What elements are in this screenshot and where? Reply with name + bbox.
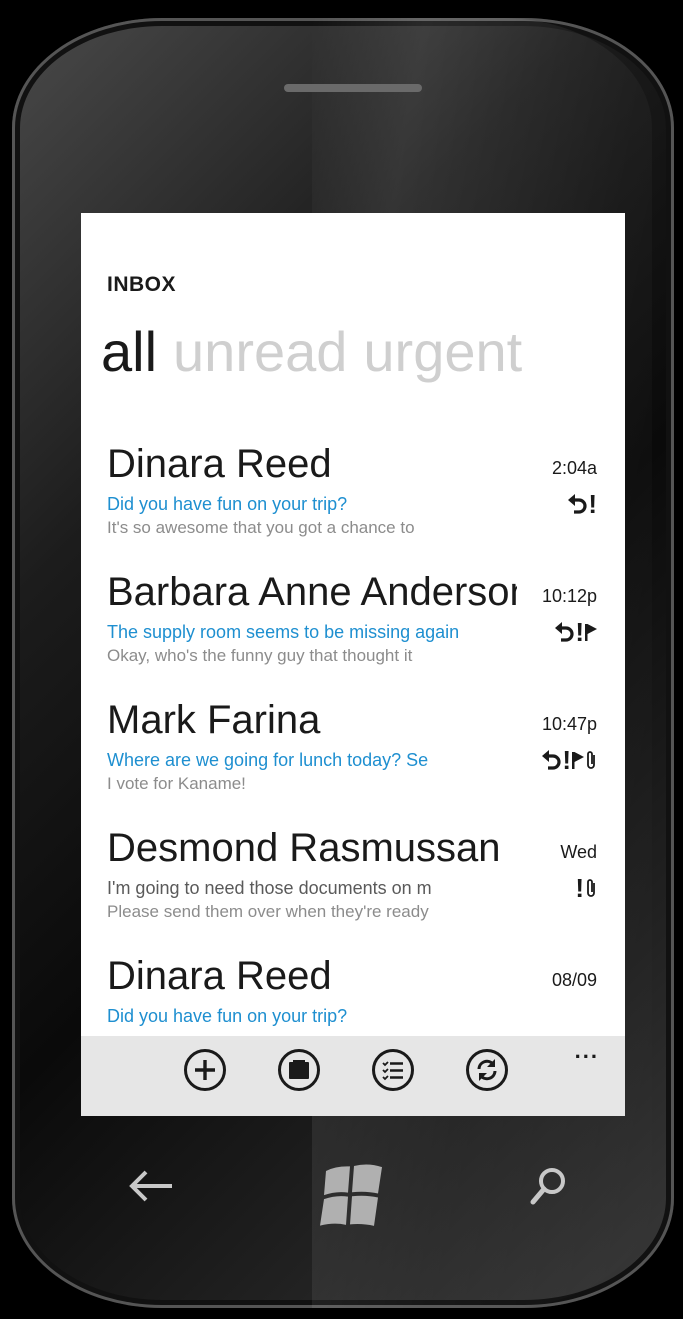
flag-icon bbox=[585, 622, 597, 642]
folders-icon bbox=[278, 1049, 320, 1091]
page-title: INBOX bbox=[107, 273, 177, 296]
message-subject: The supply room seems to be missing agai… bbox=[107, 622, 460, 642]
flag-icon bbox=[572, 750, 584, 770]
more-options-button[interactable]: ... bbox=[575, 1038, 599, 1064]
message-preview: Please send them over when they're ready bbox=[107, 902, 429, 921]
message-item[interactable]: Dinara Reed Did you have fun on your tri… bbox=[107, 441, 617, 563]
message-status-icons: ! bbox=[575, 873, 597, 903]
select-button[interactable] bbox=[371, 1048, 415, 1092]
message-item[interactable]: Mark Farina Where are we going for lunch… bbox=[107, 697, 617, 819]
message-sender: Desmond Rasmussan bbox=[107, 826, 501, 870]
sync-button[interactable] bbox=[465, 1048, 509, 1092]
message-item[interactable]: Desmond Rasmussan I'm going to need thos… bbox=[107, 825, 617, 947]
message-time: 2:04a bbox=[551, 458, 597, 478]
search-button[interactable] bbox=[528, 1165, 568, 1213]
message-preview: Okay, who's the funny guy that thought i… bbox=[107, 646, 413, 665]
attachment-icon bbox=[585, 749, 597, 771]
message-time: 08/09 bbox=[551, 970, 597, 990]
message-time: Wed bbox=[560, 842, 597, 862]
search-icon bbox=[530, 1168, 565, 1205]
message-preview: It's so awesome that you got a chance to bbox=[107, 518, 415, 537]
message-time: 10:12p bbox=[541, 586, 597, 606]
windows-start-icon bbox=[320, 1164, 382, 1226]
message-sender: Barbara Anne Anderson bbox=[107, 570, 517, 614]
select-icon bbox=[372, 1049, 414, 1091]
folders-button[interactable] bbox=[277, 1048, 321, 1092]
application-bar: ... bbox=[81, 1036, 625, 1116]
reply-icon bbox=[567, 493, 587, 515]
start-button[interactable] bbox=[316, 1160, 390, 1232]
message-status-icons: ! bbox=[554, 617, 597, 647]
new-message-button[interactable] bbox=[183, 1048, 227, 1092]
pivot-all[interactable]: all bbox=[101, 320, 157, 383]
message-status-icons: ! bbox=[541, 745, 597, 775]
message-subject: Did you have fun on your trip? bbox=[107, 494, 348, 514]
message-subject: Did you have fun on your trip? bbox=[107, 1006, 348, 1026]
mail-screen: INBOX all unread urgent Dinara Reed Did yo… bbox=[81, 213, 625, 1116]
message-subject: Where are we going for lunch today? Se bbox=[107, 750, 429, 770]
message-sender: Dinara Reed bbox=[107, 442, 332, 486]
message-subject: I'm going to need those documents on m bbox=[107, 878, 432, 898]
urgent-icon: ! bbox=[588, 489, 597, 519]
back-button[interactable] bbox=[128, 1168, 174, 1208]
message-time: 10:47p bbox=[541, 714, 597, 734]
message-status-icons: ! bbox=[567, 489, 597, 519]
message-preview: I vote for Kaname! bbox=[107, 774, 246, 793]
urgent-icon: ! bbox=[575, 617, 584, 647]
back-arrow-icon bbox=[129, 1170, 172, 1202]
pivot-header: all unread urgent bbox=[101, 321, 538, 383]
pivot-urgent[interactable]: urgent bbox=[363, 320, 522, 383]
urgent-icon: ! bbox=[562, 745, 571, 775]
message-sender: Mark Farina bbox=[107, 698, 321, 742]
sync-icon bbox=[466, 1049, 508, 1091]
reply-icon bbox=[554, 621, 574, 643]
pivot-unread[interactable]: unread bbox=[173, 320, 347, 383]
urgent-icon: ! bbox=[575, 873, 584, 903]
attachment-icon bbox=[585, 877, 597, 899]
reply-icon bbox=[541, 749, 561, 771]
earpiece-speaker bbox=[284, 84, 422, 92]
message-item[interactable]: Barbara Anne Anderson The supply room se… bbox=[107, 569, 617, 691]
new-icon bbox=[184, 1049, 226, 1091]
message-sender: Dinara Reed bbox=[107, 954, 332, 998]
